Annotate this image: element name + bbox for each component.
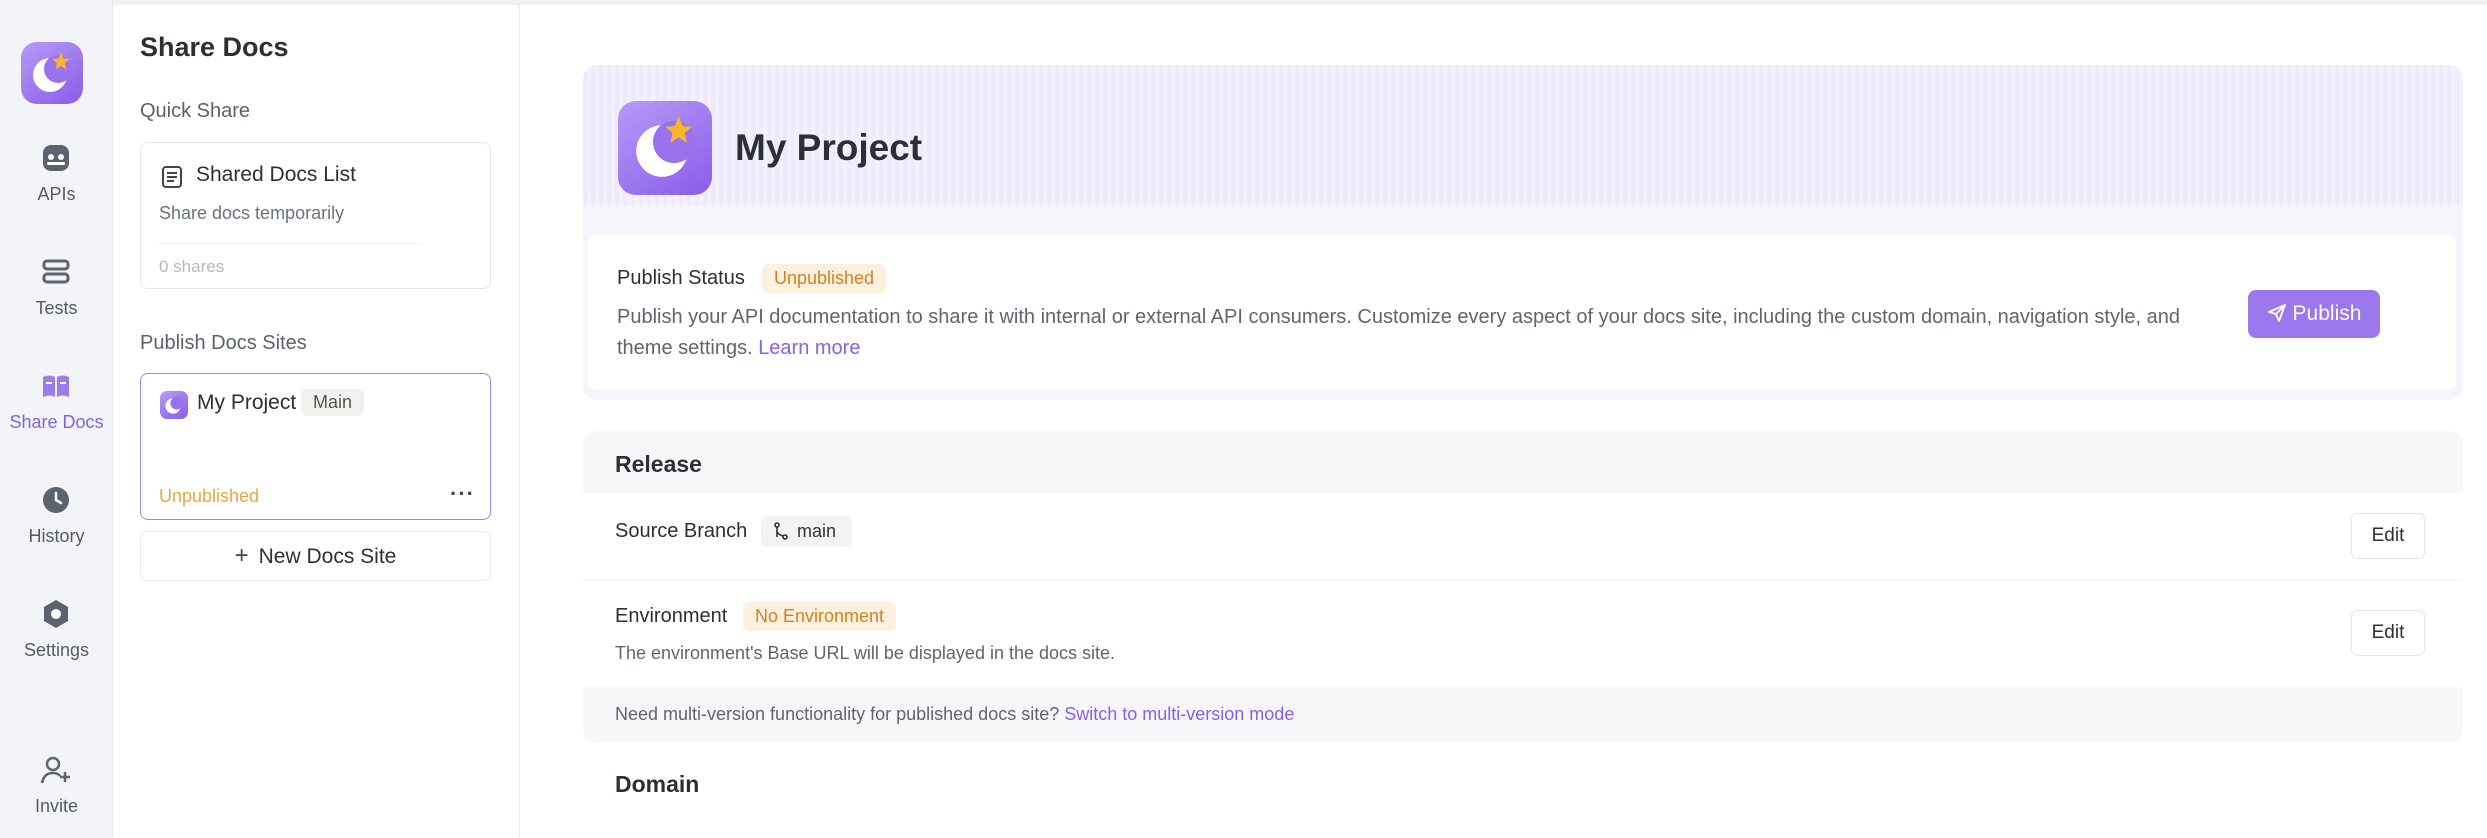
- rail-label: APIs: [37, 184, 76, 204]
- main-content: My Project Publish Status Unpublished Pu…: [520, 5, 2487, 838]
- release-title: Release: [615, 451, 702, 477]
- moon-star-logo-icon: [33, 52, 72, 92]
- project-logo: [160, 391, 188, 419]
- book-icon: [43, 375, 69, 397]
- shared-docs-list-card[interactable]: Shared Docs List Share docs temporarily …: [140, 142, 491, 289]
- new-docs-site-button[interactable]: + New Docs Site: [140, 531, 491, 581]
- git-branch-icon: [774, 522, 788, 540]
- source-branch-label: Source Branch: [615, 520, 748, 542]
- domain-section-title: Domain: [615, 771, 700, 797]
- switch-multi-version-link[interactable]: Switch to multi-version mode: [1064, 704, 1294, 724]
- api-icon: [43, 145, 69, 171]
- send-icon: [2267, 304, 2286, 322]
- unpublished-badge: Unpublished: [762, 264, 887, 293]
- publish-status-card: Publish Status Unpublished Publish your …: [588, 235, 2456, 390]
- project-hero-logo: [618, 101, 712, 195]
- edit-source-branch-button[interactable]: Edit: [2351, 513, 2425, 559]
- clock-icon: [43, 487, 69, 513]
- environment-description: The environment's Base URL will be displ…: [615, 643, 1116, 663]
- rail-label: Tests: [35, 298, 78, 318]
- app-rail: APIs Tests Share Docs History Settings I…: [0, 0, 113, 838]
- publish-docs-sites-label: Publish Docs Sites: [140, 332, 307, 354]
- multi-version-note: Need multi-version functionality for pub…: [615, 704, 1294, 725]
- publish-button-label: Publish: [2292, 302, 2362, 325]
- branch-badge: Main: [301, 389, 365, 416]
- rail-item-tests[interactable]: Tests: [0, 254, 113, 344]
- release-section: Release Source Branch main Edit Environm…: [583, 431, 2463, 743]
- more-options-button[interactable]: ···: [450, 481, 475, 507]
- project-title: My Project: [735, 127, 923, 168]
- tests-icon: [42, 259, 70, 284]
- no-environment-badge: No Environment: [743, 602, 897, 631]
- rail-item-invite[interactable]: Invite: [0, 752, 113, 838]
- project-header: My Project Publish Status Unpublished Pu…: [583, 65, 2463, 400]
- source-branch-chip: main: [761, 516, 853, 547]
- shares-count: 0 shares: [159, 257, 225, 276]
- gear-icon: [44, 600, 68, 628]
- learn-more-link[interactable]: Learn more: [758, 337, 860, 359]
- source-branch-value: main: [797, 521, 837, 541]
- rail-item-history[interactable]: History: [0, 482, 113, 572]
- document-list-icon: [162, 166, 182, 188]
- plus-icon: +: [234, 542, 249, 569]
- quick-share-label: Quick Share: [140, 100, 251, 122]
- sidebar-title: Share Docs: [140, 32, 289, 62]
- rail-label: History: [28, 526, 85, 546]
- moon-star-logo-icon: [636, 116, 696, 177]
- publish-status-label: Publish Status: [617, 267, 745, 289]
- rail-item-settings[interactable]: Settings: [0, 596, 113, 686]
- environment-label: Environment: [615, 605, 728, 627]
- rail-label: Invite: [34, 796, 79, 816]
- moon-star-icon: [165, 396, 184, 414]
- publish-status-text: Unpublished: [159, 486, 260, 506]
- multi-version-text: Need multi-version functionality for pub…: [615, 704, 1060, 724]
- shared-docs-list-subtitle: Share docs temporarily: [159, 203, 345, 223]
- app-logo[interactable]: [21, 42, 83, 104]
- publish-button[interactable]: Publish: [2248, 290, 2380, 338]
- user-plus-icon: [40, 756, 70, 784]
- share-docs-sidebar: Share Docs Quick Share Shared Docs List …: [113, 5, 520, 838]
- shared-docs-list-title: Shared Docs List: [196, 163, 356, 186]
- project-name: My Project: [197, 391, 297, 414]
- rail-item-share-docs[interactable]: Share Docs: [0, 368, 113, 458]
- docs-site-card-my-project[interactable]: My Project Main Unpublished ···: [140, 373, 491, 520]
- edit-environment-button[interactable]: Edit: [2351, 610, 2425, 656]
- environment-row: Environment No Environment The environme…: [583, 581, 2463, 687]
- card-divider: [159, 243, 422, 244]
- rail-item-apis[interactable]: APIs: [0, 140, 113, 230]
- new-docs-site-label: New Docs Site: [258, 545, 397, 568]
- source-branch-row: Source Branch main Edit: [583, 493, 2463, 579]
- rail-label: Settings: [23, 640, 90, 660]
- publish-description: Publish your API documentation to share …: [617, 302, 2217, 364]
- rail-label: Share Docs: [9, 412, 104, 432]
